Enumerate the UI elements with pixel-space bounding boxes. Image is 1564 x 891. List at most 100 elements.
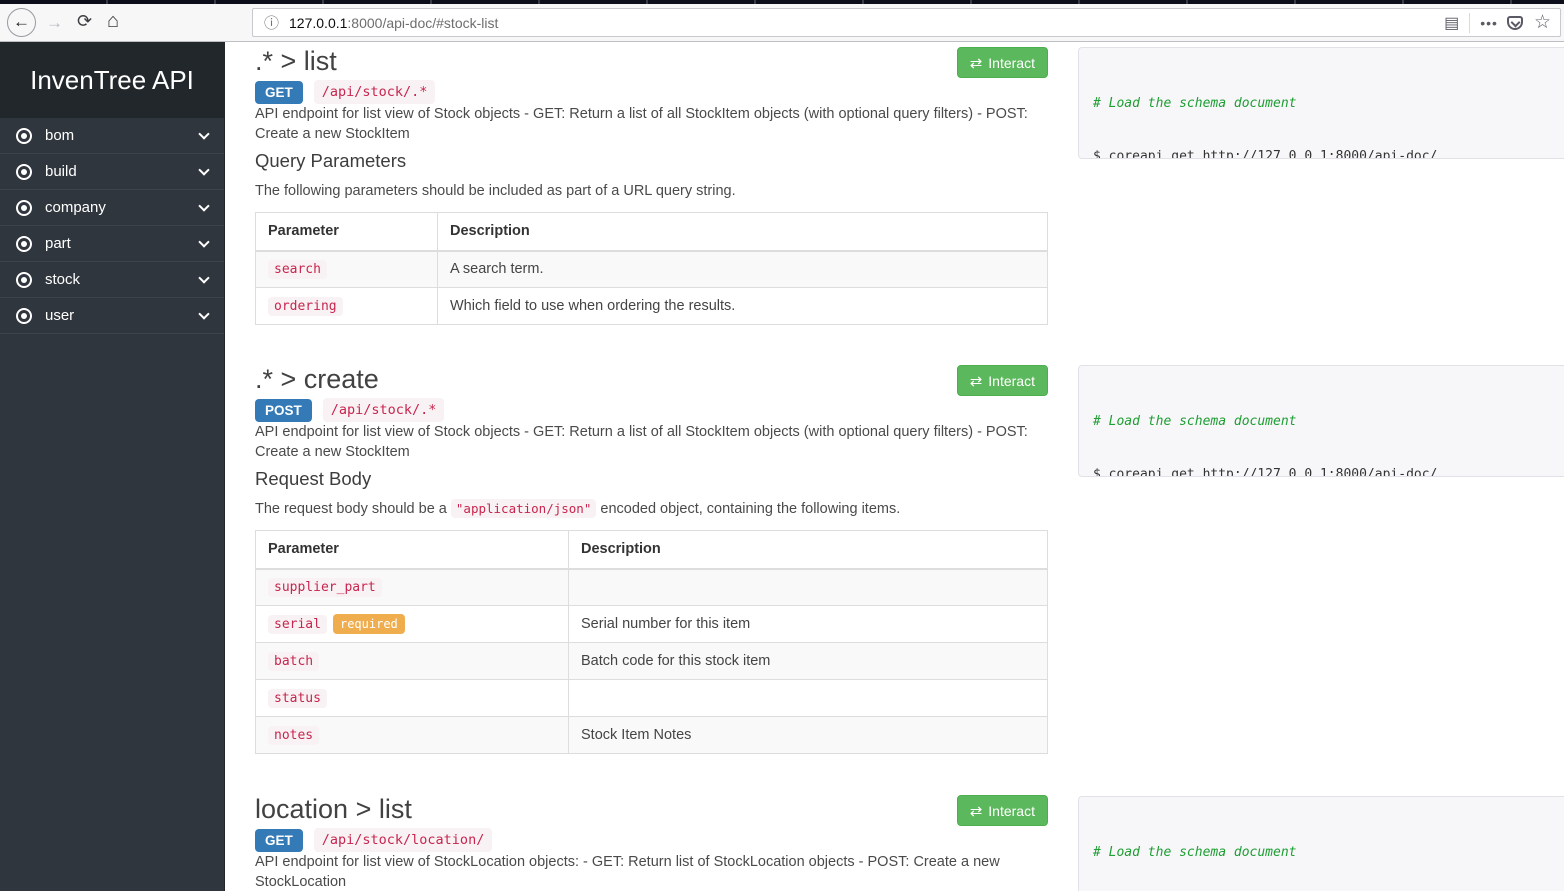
param-description: Serial number for this item <box>569 606 1048 643</box>
interact-button-label: Interact <box>988 55 1035 71</box>
code-command: $ coreapi get http://127.0.0.1:8000/api-… <box>1093 148 1564 160</box>
site-info-icon[interactable]: ⓘ <box>264 12 279 33</box>
endpoint-group-icon <box>16 272 32 288</box>
endpoint-description: API endpoint for list view of Stock obje… <box>255 104 1048 144</box>
table-row: notes Stock Item Notes <box>256 717 1048 754</box>
endpoint-group-icon <box>16 128 32 144</box>
param-name: status <box>268 689 327 708</box>
request-body-note: The request body should be a "applicatio… <box>255 501 900 517</box>
query-parameters-heading: Query Parameters <box>255 150 406 172</box>
table-row: batch Batch code for this stock item <box>256 643 1048 680</box>
chevron-down-icon <box>198 272 209 283</box>
endpoint-section-location-list: location > list ⇄ Interact GET /api/stoc… <box>255 794 1048 891</box>
interact-button-label: Interact <box>988 373 1035 389</box>
browser-toolbar: ← → ⟳ ⌂ ⓘ 127.0.0.1:8000/api-doc/#stock-… <box>0 4 1564 42</box>
interact-button[interactable]: ⇄ Interact <box>957 365 1048 396</box>
endpoint-group-icon <box>16 308 32 324</box>
query-parameters-note: The following parameters should be inclu… <box>255 183 736 199</box>
endpoint-group-icon <box>16 200 32 216</box>
table-row: supplier_part <box>256 569 1048 606</box>
home-button[interactable]: ⌂ <box>107 10 119 33</box>
table-row: status <box>256 680 1048 717</box>
query-parameters-table: Parameter Description search A search te… <box>255 212 1048 325</box>
reader-mode-icon[interactable]: ▤ <box>1444 13 1459 33</box>
table-row: ordering Which field to use when orderin… <box>256 288 1048 325</box>
code-command: $ coreapi get http://127.0.0.1:8000/api-… <box>1093 466 1564 478</box>
sidebar: InvenTree API bom build company part sto… <box>0 42 225 891</box>
chevron-down-icon <box>198 128 209 139</box>
bookmark-star-icon[interactable]: ☆ <box>1534 13 1551 32</box>
param-name: ordering <box>268 297 343 316</box>
chevron-down-icon <box>198 308 209 319</box>
interact-button-label: Interact <box>988 803 1035 819</box>
table-row: serial required Serial number for this it… <box>256 606 1048 643</box>
pocket-icon[interactable] <box>1507 16 1523 30</box>
param-description: Batch code for this stock item <box>569 643 1048 680</box>
param-description: A search term. <box>438 251 1048 288</box>
endpoint-description: API endpoint for list view of Stock obje… <box>255 422 1048 462</box>
endpoint-path: /api/stock/.* <box>323 398 445 422</box>
required-badge: required <box>333 614 405 634</box>
request-body-table: Parameter Description supplier_part seri… <box>255 530 1048 754</box>
endpoint-badge-row: POST /api/stock/.* <box>255 398 444 422</box>
chevron-down-icon <box>198 164 209 175</box>
url-text: 127.0.0.1:8000/api-doc/#stock-list <box>289 15 498 31</box>
url-bar[interactable]: ⓘ 127.0.0.1:8000/api-doc/#stock-list ▤ •… <box>252 8 1561 37</box>
note-text: The request body should be a <box>255 501 451 517</box>
endpoint-group-icon <box>16 236 32 252</box>
table-row: search A search term. <box>256 251 1048 288</box>
endpoint-path: /api/stock/location/ <box>314 828 493 852</box>
sidebar-item-label: part <box>45 235 71 252</box>
param-description: Which field to use when ordering the res… <box>438 288 1048 325</box>
sidebar-item-build[interactable]: build <box>0 154 224 190</box>
endpoint-group-icon <box>16 164 32 180</box>
sidebar-item-user[interactable]: user <box>0 298 224 334</box>
back-button[interactable]: ← <box>7 8 36 37</box>
code-comment: # Load the schema document <box>1093 95 1564 113</box>
chevron-down-icon <box>198 200 209 211</box>
table-header-row: Parameter Description <box>256 213 1048 251</box>
section-title: location > list <box>255 794 412 825</box>
sidebar-item-part[interactable]: part <box>0 226 224 262</box>
sidebar-item-bom[interactable]: bom <box>0 118 224 154</box>
code-comment: # Load the schema document <box>1093 413 1564 431</box>
code-sample-stock-create: # Load the schema document $ coreapi get… <box>1078 365 1564 477</box>
param-name: serial <box>268 615 327 634</box>
swap-arrows-icon: ⇄ <box>970 54 983 72</box>
endpoint-badge-row: GET /api/stock/.* <box>255 80 435 104</box>
param-name: batch <box>268 652 319 671</box>
http-method-badge: GET <box>255 81 303 104</box>
http-method-badge: POST <box>255 399 312 422</box>
forward-button[interactable]: → <box>46 13 63 33</box>
code-sample-stock-list: # Load the schema document $ coreapi get… <box>1078 47 1564 159</box>
code-sample-location-list: # Load the schema document $ coreapi get… <box>1078 796 1564 891</box>
section-title: .* > list <box>255 46 337 77</box>
column-header-description: Description <box>438 213 1048 251</box>
sidebar-item-label: user <box>45 307 74 324</box>
column-header-parameter: Parameter <box>256 531 569 569</box>
code-comment: # Load the schema document <box>1093 844 1564 862</box>
column-header-parameter: Parameter <box>256 213 438 251</box>
sidebar-item-label: build <box>45 163 77 180</box>
param-description <box>569 680 1048 717</box>
page-actions-icon[interactable]: ••• <box>1480 15 1498 31</box>
sidebar-item-label: stock <box>45 271 80 288</box>
reload-button[interactable]: ⟳ <box>77 11 92 32</box>
interact-button[interactable]: ⇄ Interact <box>957 795 1048 826</box>
param-name: supplier_part <box>268 578 382 597</box>
section-title: .* > create <box>255 364 379 395</box>
interact-button[interactable]: ⇄ Interact <box>957 47 1048 78</box>
endpoint-section-stock-list: .* > list ⇄ Interact GET /api/stock/.* A… <box>255 46 1048 326</box>
url-host: 127.0.0.1 <box>289 15 347 31</box>
urlbar-divider <box>1469 13 1470 33</box>
note-text: encoded object, containing the following… <box>596 501 900 517</box>
sidebar-item-company[interactable]: company <box>0 190 224 226</box>
swap-arrows-icon: ⇄ <box>970 372 983 390</box>
column-header-description: Description <box>569 531 1048 569</box>
endpoint-badge-row: GET /api/stock/location/ <box>255 828 492 852</box>
http-method-badge: GET <box>255 829 303 852</box>
sidebar-item-label: company <box>45 199 106 216</box>
sidebar-item-stock[interactable]: stock <box>0 262 224 298</box>
endpoint-description: API endpoint for list view of StockLocat… <box>255 852 1048 891</box>
param-description: Stock Item Notes <box>569 717 1048 754</box>
